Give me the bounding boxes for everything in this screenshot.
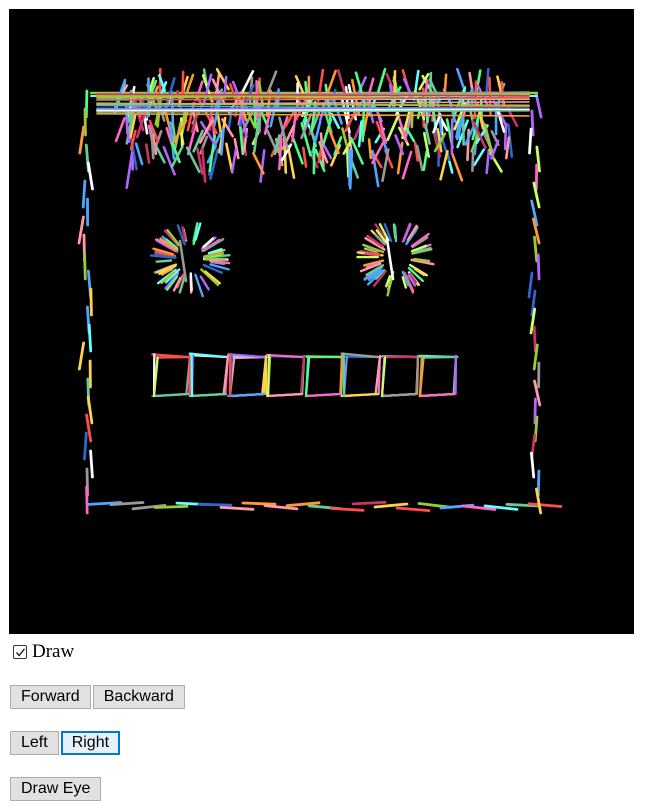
stroke-segment	[393, 225, 398, 243]
checkmark-icon	[15, 647, 25, 657]
stroke-segment	[89, 449, 94, 479]
stroke-segment	[364, 252, 381, 257]
move-controls: Forward Backward	[10, 685, 187, 709]
left-button[interactable]: Left	[10, 731, 59, 755]
stroke-segment	[375, 67, 387, 97]
stroke-segment	[238, 122, 245, 156]
stroke-segment	[487, 149, 503, 173]
stroke-segment	[153, 504, 189, 509]
stroke-segment	[536, 253, 541, 281]
stroke-segment	[305, 392, 342, 398]
stroke-segment	[150, 127, 155, 160]
turn-controls: Left Right	[10, 731, 122, 755]
stroke-segment	[83, 251, 87, 281]
stroke-segment	[310, 100, 317, 133]
stroke-segment	[485, 150, 491, 175]
stroke-segment	[327, 128, 340, 155]
stroke-segment	[532, 325, 537, 353]
stroke-segment	[301, 146, 308, 168]
stroke-segment	[471, 151, 475, 172]
stroke-segment	[78, 125, 85, 155]
stroke-segment	[83, 107, 87, 137]
stroke-segment	[201, 147, 207, 183]
stroke-segment	[125, 151, 134, 189]
stroke-segment	[286, 144, 296, 179]
stroke-segment	[422, 150, 429, 171]
stroke-segment	[367, 138, 373, 160]
stroke-segment	[329, 506, 365, 512]
stroke-segment	[304, 355, 310, 398]
stroke-segment	[533, 235, 539, 263]
draw-checkbox-label: Draw	[32, 641, 75, 662]
stroke-segment	[393, 69, 397, 107]
stroke-segment	[145, 143, 151, 164]
stroke-segment	[86, 395, 94, 425]
stroke-segment	[225, 142, 234, 174]
stroke-segment	[197, 502, 233, 507]
stroke-segment	[503, 122, 508, 151]
stroke-segment	[455, 67, 465, 89]
stroke-segment	[230, 148, 238, 174]
stroke-segment	[83, 431, 88, 461]
stroke-segment	[528, 127, 533, 155]
stroke-segment	[81, 179, 87, 209]
stroke-segment	[410, 232, 430, 248]
stroke-segment	[485, 67, 490, 95]
stroke-segment	[241, 501, 277, 506]
stroke-segment	[219, 505, 255, 511]
stroke-segment	[188, 392, 228, 398]
stroke-segment	[89, 287, 93, 317]
stroke-segment	[381, 148, 390, 183]
stroke-segment	[351, 500, 387, 506]
stroke-segment	[395, 506, 431, 513]
turtle-canvas	[9, 9, 634, 634]
stroke-segment	[466, 128, 471, 162]
stroke-segment	[154, 355, 193, 359]
stroke-segment	[536, 469, 541, 497]
stroke-segment	[405, 127, 416, 143]
draw-eye-button[interactable]: Draw Eye	[10, 777, 102, 801]
stroke-segment	[382, 392, 418, 398]
stroke-segment	[189, 272, 193, 292]
stroke-segment	[533, 397, 537, 425]
stroke-segment	[78, 341, 85, 371]
stroke-segment	[450, 152, 464, 182]
stroke-segment	[340, 392, 380, 398]
stroke-segment	[416, 354, 420, 396]
drawing-svg	[77, 67, 563, 515]
forward-button[interactable]: Forward	[10, 685, 91, 709]
stroke-segment	[371, 138, 386, 165]
stroke-segment	[87, 323, 93, 353]
stroke-segment	[199, 275, 210, 291]
stroke-segment	[134, 142, 144, 166]
stroke-segment	[385, 237, 395, 281]
stroke-segment	[420, 355, 459, 359]
stroke-segment	[154, 392, 190, 398]
eye-controls: Draw Eye	[10, 777, 103, 801]
stroke-segment	[336, 69, 347, 95]
draw-toggle[interactable]: Draw	[10, 641, 74, 663]
stroke-segment	[266, 353, 271, 398]
stroke-segment	[439, 150, 449, 181]
stroke-segment	[420, 392, 456, 398]
stroke-segment	[85, 485, 89, 515]
stroke-segment	[114, 117, 126, 143]
stroke-segment	[155, 259, 173, 263]
stroke-segment	[342, 352, 346, 398]
stroke-segment	[373, 502, 409, 509]
stroke-segment	[305, 355, 344, 359]
right-button[interactable]: Right	[60, 731, 121, 755]
stroke-segment	[86, 161, 94, 191]
stroke-segment	[265, 392, 304, 398]
stroke-segment	[227, 392, 266, 398]
stroke-segment	[330, 112, 341, 129]
stroke-segment	[401, 150, 413, 180]
stroke-segment	[527, 271, 534, 299]
turtle-strokes	[77, 67, 563, 515]
backward-button[interactable]: Backward	[92, 685, 185, 709]
draw-checkbox[interactable]	[13, 645, 27, 659]
